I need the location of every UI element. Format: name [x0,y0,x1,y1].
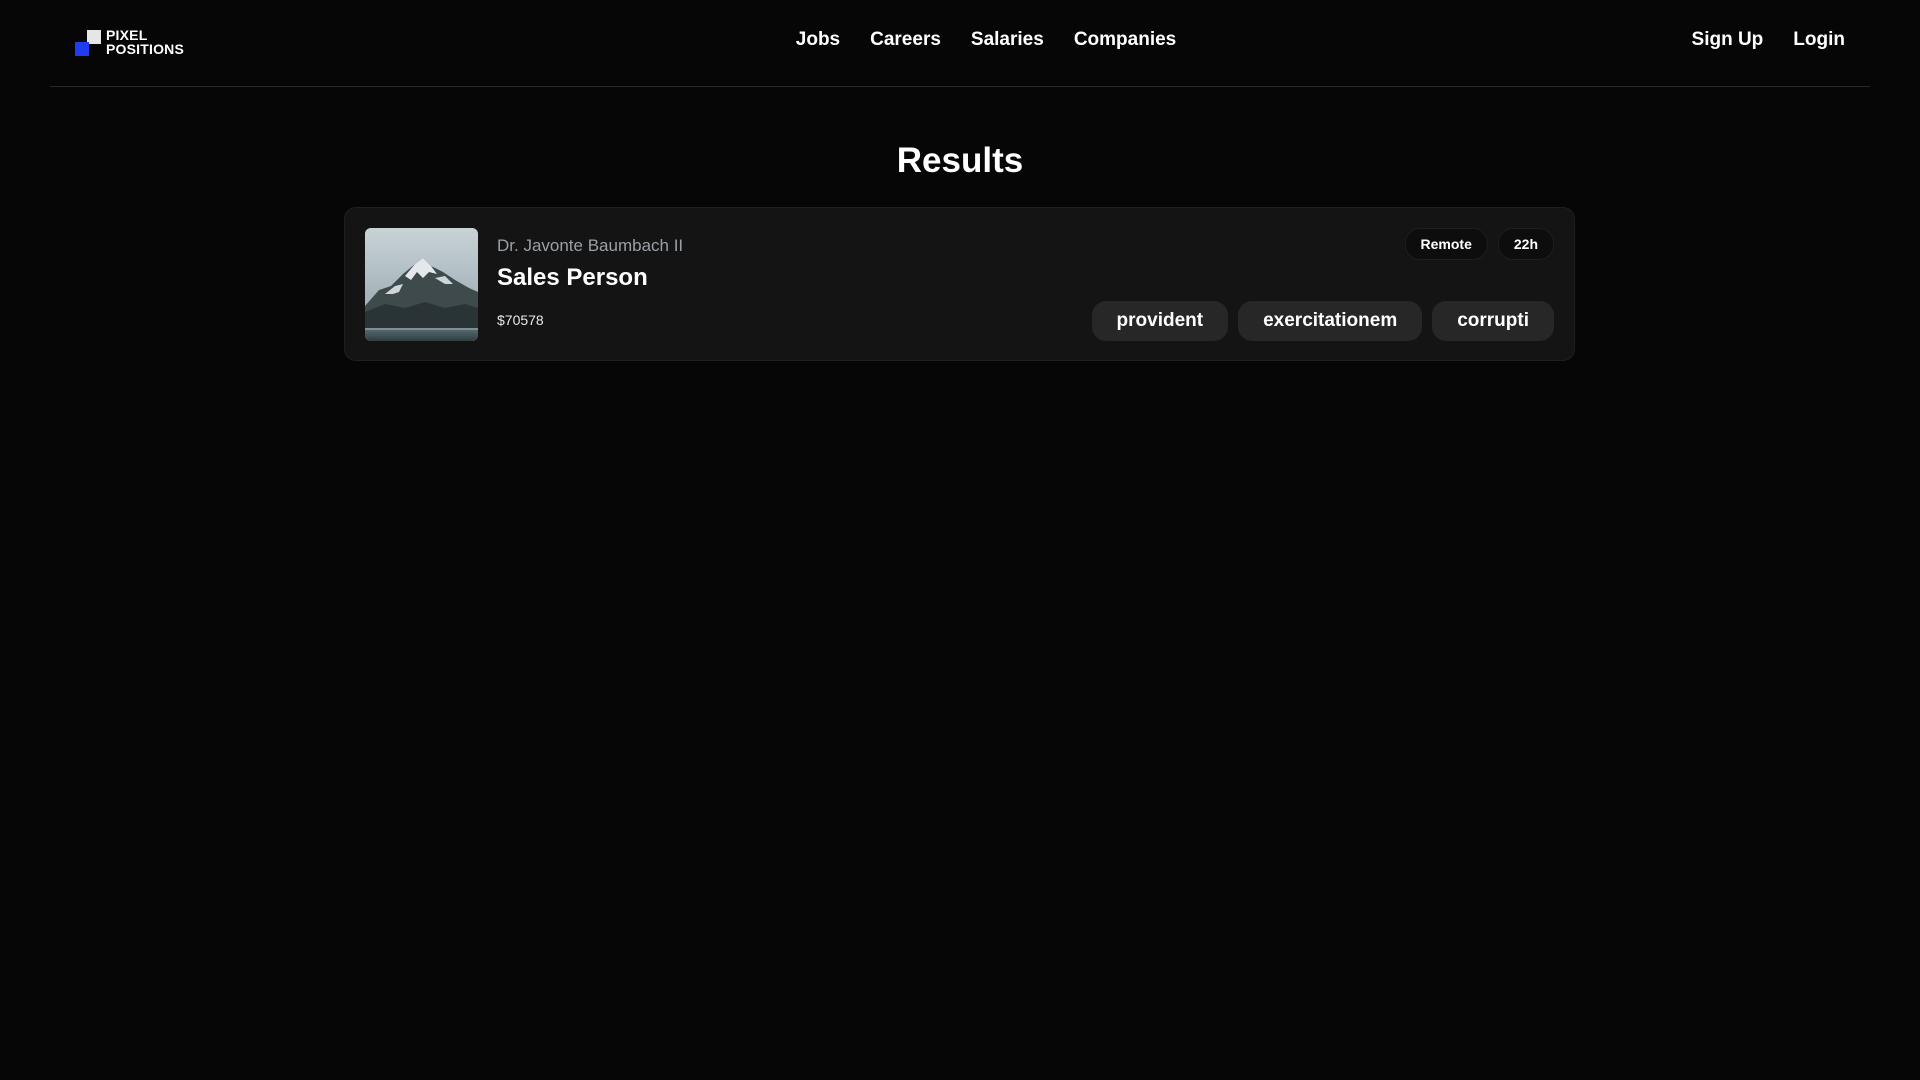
main-nav: Jobs Careers Salaries Companies [50,0,1870,80]
logo-text: PIXEL POSITIONS [106,28,184,56]
tag-corrupti[interactable]: corrupti [1432,301,1554,341]
job-salary: $70578 [497,312,544,328]
site-header: PIXEL POSITIONS Jobs Careers Salaries Co… [50,0,1870,87]
logo-line-1: PIXEL [106,27,148,43]
job-tags: provident exercitationem corrupti [1091,301,1554,341]
logo-line-2: POSITIONS [106,41,185,57]
nav-item-jobs[interactable]: Jobs [796,28,840,52]
job-title-link[interactable]: Sales Person [497,263,648,293]
sign-up-link[interactable]: Sign Up [1692,28,1764,52]
nav-item-salaries[interactable]: Salaries [971,28,1044,52]
page-title: Results [896,141,1024,180]
employer-name: Dr. Javonte Baumbach II [497,236,684,255]
job-card: Dr. Javonte Baumbach II Sales Person $70… [344,207,1575,361]
page: PIXEL POSITIONS Jobs Careers Salaries Co… [0,0,1920,1080]
job-meta-badges: Remote 22h [1404,228,1554,260]
nav-item-companies[interactable]: Companies [1074,28,1176,52]
logo-link[interactable]: PIXEL POSITIONS [75,28,215,60]
auth-links: Sign Up Login [1692,28,1845,52]
tag-exercitationem[interactable]: exercitationem [1238,301,1423,341]
nav-item-careers[interactable]: Careers [870,28,941,52]
login-link[interactable]: Login [1793,28,1845,52]
schedule-badge[interactable]: Remote [1404,228,1488,260]
logo-icon [75,30,101,56]
employer-logo-image [365,228,478,341]
tag-provident[interactable]: provident [1091,301,1229,341]
posted-time-badge: 22h [1497,228,1554,260]
